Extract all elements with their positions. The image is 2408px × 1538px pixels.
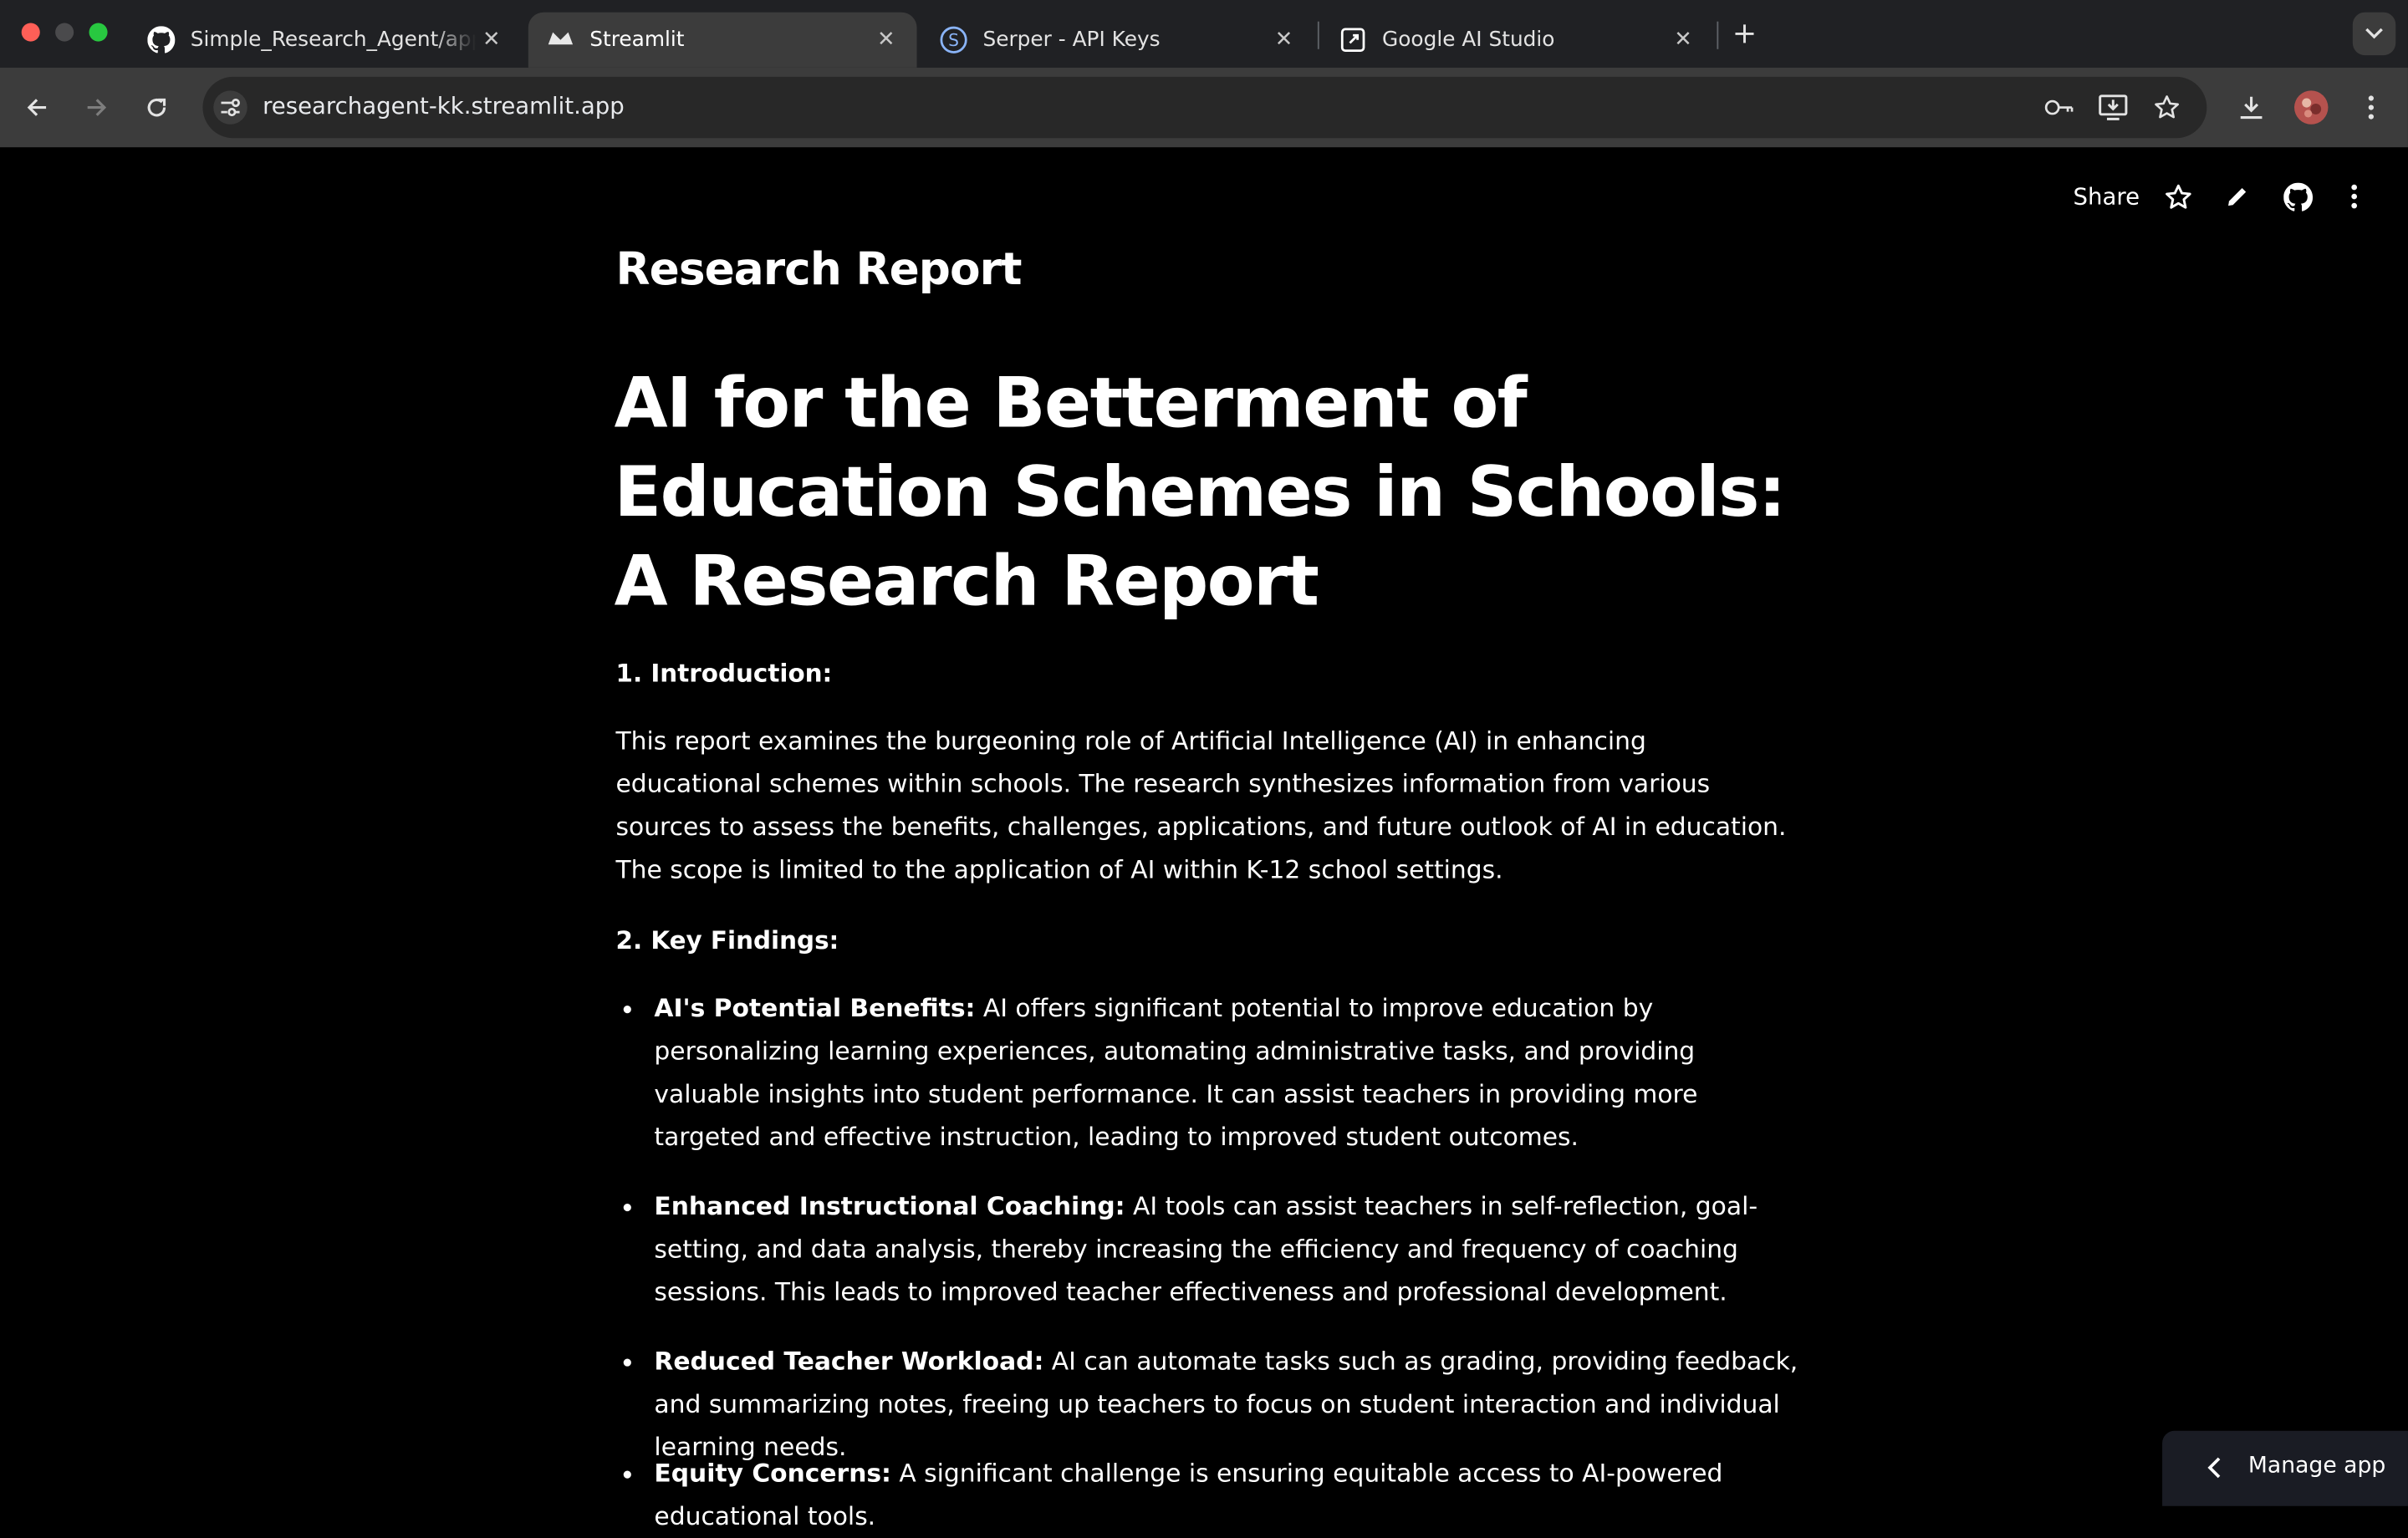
report-title: AI for the Betterment of Education Schem…: [614, 362, 1786, 622]
serper-icon: S: [940, 26, 967, 53]
share-button[interactable]: Share: [2074, 178, 2140, 215]
report-heading: Research Report: [615, 242, 1023, 295]
streamlit-app-page: Share Research Report AI for the Betterm…: [0, 147, 2408, 1530]
tab-separator: [1717, 21, 1719, 49]
back-icon[interactable]: [15, 86, 58, 129]
password-key-icon[interactable]: [2044, 92, 2075, 123]
tab-title: Google AI Studio: [1382, 28, 1555, 53]
ai-studio-icon: [1339, 26, 1367, 53]
downloads-icon[interactable]: [2230, 86, 2273, 129]
introduction-text: This report examines the burgeoning role…: [615, 726, 1787, 884]
finding-label: Equity Concerns:: [654, 1458, 891, 1488]
profile-avatar[interactable]: [2290, 86, 2333, 129]
bookmark-star-icon[interactable]: [2151, 92, 2182, 123]
manage-app-button[interactable]: Manage app: [2162, 1430, 2408, 1506]
finding-item: AI's Potential Benefits: AI offers signi…: [623, 987, 1798, 1159]
tab-title: Streamlit: [589, 28, 685, 53]
window-zoom-button[interactable]: [89, 23, 108, 42]
browser-toolbar: researchagent-kk.streamlit.app: [0, 67, 2408, 148]
finding-item: Reduced Teacher Workload: AI can automat…: [623, 1340, 1798, 1469]
window-minimize-button[interactable]: [55, 23, 74, 42]
tab-google-ai-studio[interactable]: Google AI Studio ✕: [1321, 13, 1714, 68]
favorite-star-icon[interactable]: [2159, 178, 2196, 215]
tab-streamlit[interactable]: Streamlit ✕: [528, 12, 917, 68]
github-icon[interactable]: [2279, 178, 2316, 215]
finding-label: AI's Potential Benefits:: [654, 993, 976, 1023]
install-app-icon[interactable]: [2098, 92, 2129, 123]
site-info-icon[interactable]: [213, 90, 247, 125]
tab-close-icon[interactable]: ✕: [1668, 24, 1699, 55]
tab-close-icon[interactable]: ✕: [476, 24, 507, 55]
finding-item: Enhanced Instructional Coaching: AI tool…: [623, 1185, 1798, 1314]
edit-pencil-icon[interactable]: [2221, 178, 2254, 215]
tab-title: Serper - API Keys: [982, 28, 1161, 53]
new-tab-icon[interactable]: [1729, 18, 1760, 49]
finding-label: Enhanced Instructional Coaching:: [654, 1191, 1125, 1221]
browser-menu-icon[interactable]: [2349, 86, 2392, 129]
svg-text:S: S: [948, 30, 959, 50]
app-menu-icon[interactable]: [2337, 178, 2370, 215]
tab-close-icon[interactable]: ✕: [1268, 24, 1299, 55]
introduction-heading: 1. Introduction:: [615, 658, 833, 688]
url-text: researchagent-kk.streamlit.app: [263, 92, 625, 120]
manage-app-label: Manage app: [2247, 1454, 2386, 1479]
key-findings-heading: 2. Key Findings:: [615, 925, 839, 955]
streamlit-icon: [547, 26, 574, 53]
browser-tab-strip: Simple_Research_Agent/app.py ✕ Streamlit…: [0, 0, 2408, 68]
reload-icon[interactable]: [135, 86, 178, 129]
tab-serper[interactable]: S Serper - API Keys ✕: [921, 13, 1314, 68]
finding-label: Reduced Teacher Workload:: [654, 1346, 1044, 1376]
window-close-button[interactable]: [21, 23, 40, 42]
tab-github[interactable]: Simple_Research_Agent/app.py ✕: [129, 13, 522, 68]
github-icon: [147, 26, 176, 53]
address-bar[interactable]: researchagent-kk.streamlit.app: [202, 76, 2207, 139]
chevron-left-icon: [2202, 1453, 2227, 1484]
tab-close-icon[interactable]: ✕: [870, 24, 901, 55]
finding-item: Equity Concerns: A significant challenge…: [623, 1453, 1798, 1538]
tab-title: Simple_Research_Agent/app.py: [190, 28, 477, 53]
tab-separator: [1317, 21, 1319, 49]
tab-search-icon[interactable]: [2352, 12, 2396, 56]
forward-icon[interactable]: [75, 86, 118, 129]
